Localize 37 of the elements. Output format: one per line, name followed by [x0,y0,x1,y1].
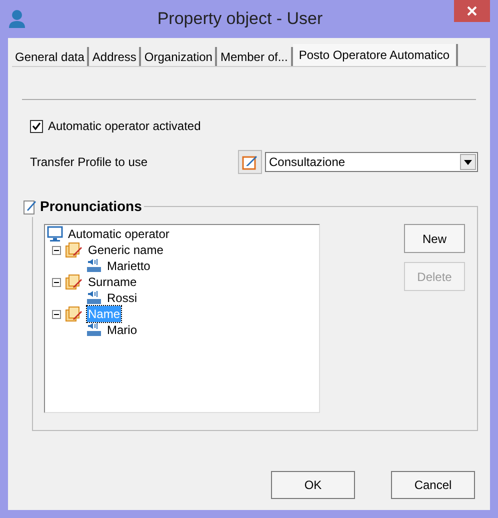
edit-icon [242,154,258,170]
pronunciation-tree[interactable]: Automatic operator Generic name Marietto Surname Rossi Name Mario [44,224,320,413]
tree-item[interactable]: Rossi [106,290,138,306]
tree-item[interactable]: Marietto [106,258,152,274]
tree-item[interactable]: Generic name [87,242,164,258]
user-icon [8,9,26,29]
tree-item[interactable]: Automatic operator [67,226,170,242]
speaker-abc-icon [86,323,102,337]
group-title: Pronunciations [40,197,142,216]
tab[interactable]: Address [89,47,142,66]
edit-button[interactable] [238,150,262,174]
dialog-button[interactable]: Cancel [391,471,475,499]
tree-item[interactable]: Surname [87,274,138,290]
monitor-icon [47,226,63,242]
collapse-toggle[interactable] [52,278,61,286]
collapse-toggle[interactable] [52,310,61,318]
close-button[interactable] [454,0,490,22]
notes-pencil-icon [65,242,83,258]
profile-dropdown[interactable]: Consultazione [265,152,478,172]
checkmark-icon [32,122,41,130]
notes-pencil-icon [65,274,83,290]
tab[interactable]: Organization [141,47,218,66]
notepad-pencil-icon [23,198,37,214]
tab[interactable]: Posto Operatore Automatico [292,44,458,66]
checkbox-label: Automatic operator activated [48,118,201,135]
notes-pencil-icon [65,306,83,322]
checkbox[interactable] [30,120,43,132]
window-title: Property object - User [156,8,324,30]
collapse-toggle[interactable] [52,246,61,254]
tab[interactable]: General data [12,47,90,66]
close-icon [467,6,477,16]
tree-item[interactable]: Mario [106,322,138,338]
action-button[interactable]: New [404,224,465,253]
field-label: Transfer Profile to use [30,154,149,171]
speaker-abc-icon [86,291,102,305]
speaker-abc-icon [86,259,102,273]
dialog-button[interactable]: OK [271,471,355,499]
